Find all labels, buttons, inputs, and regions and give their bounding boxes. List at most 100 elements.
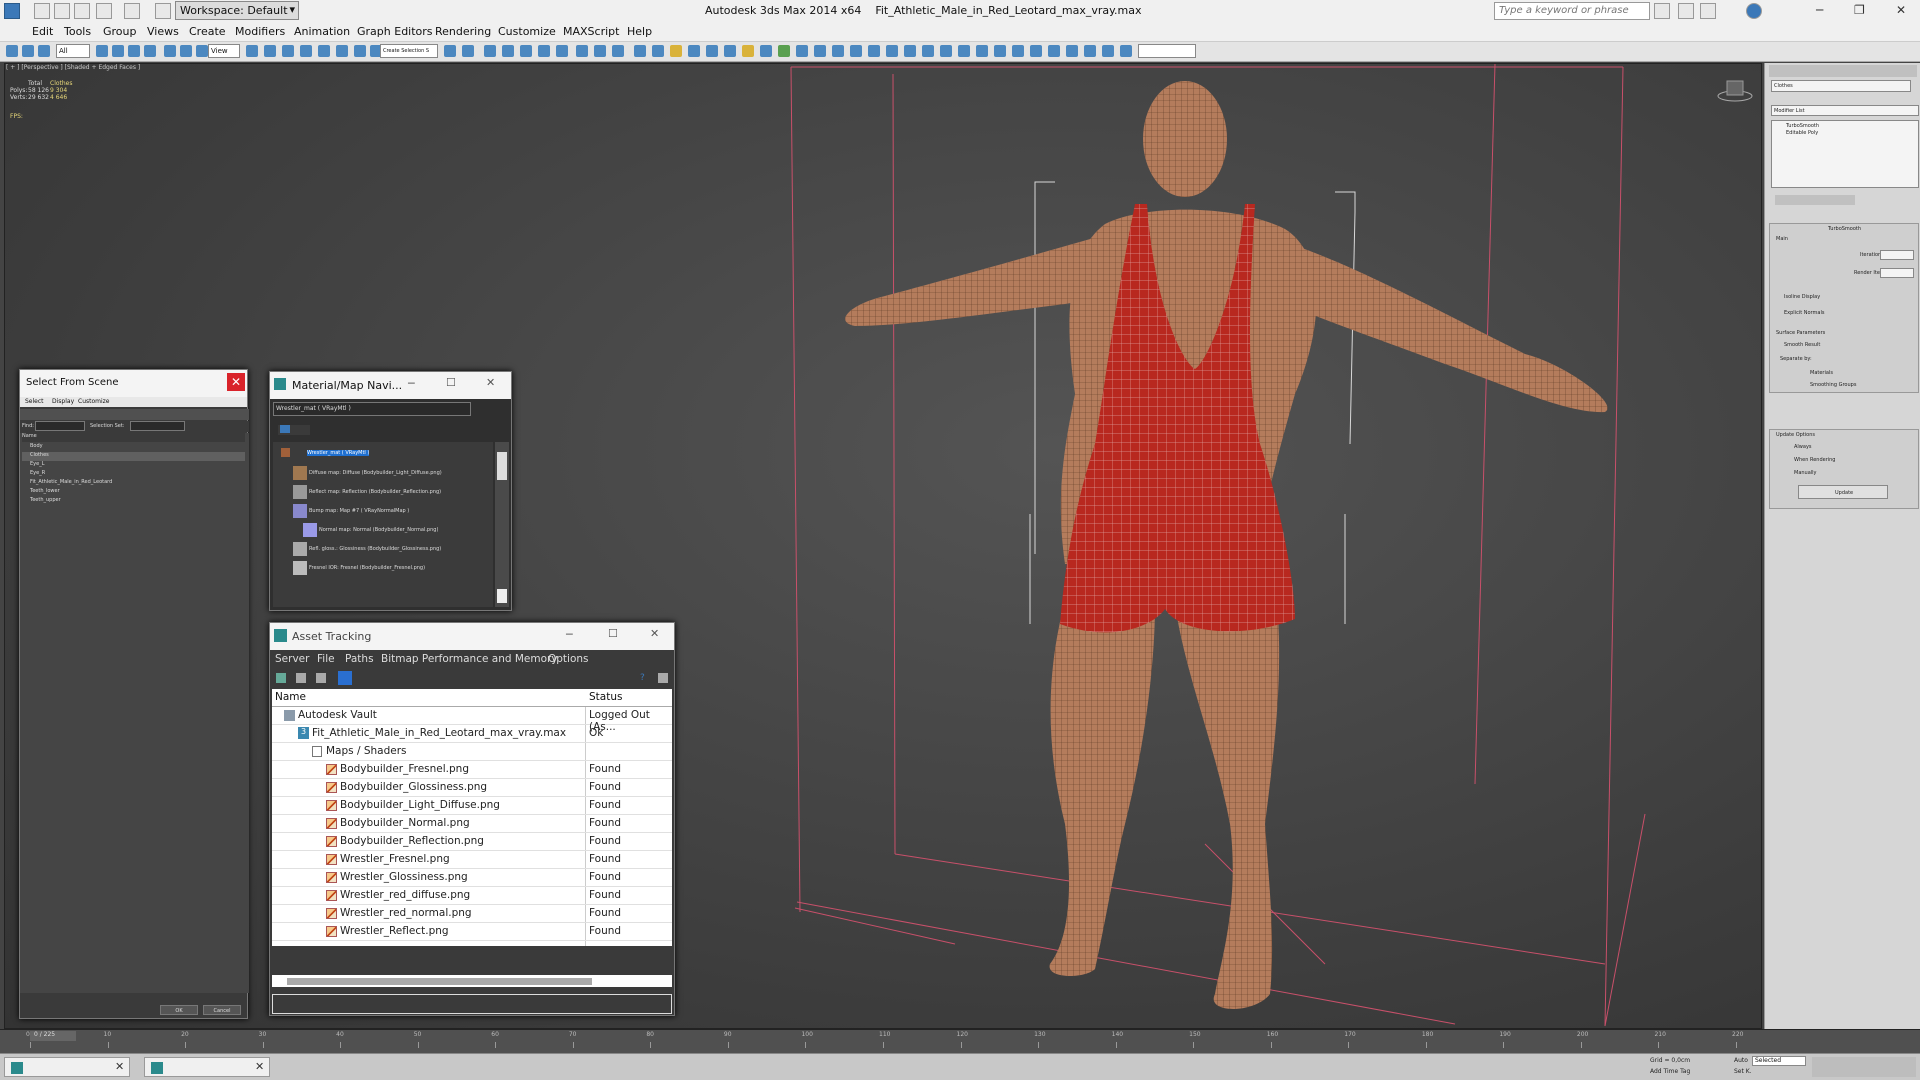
close-icon[interactable]: ✕ <box>1896 3 1906 17</box>
app-menu-icon[interactable] <box>4 3 20 19</box>
tree-item[interactable]: Reflect map: Reflection (Bodybuilder_Ref… <box>293 485 493 499</box>
menu-edit[interactable]: Edit <box>32 25 53 38</box>
close-icon[interactable]: ✕ <box>255 1060 264 1073</box>
perspective-viewport[interactable] <box>4 63 1762 1029</box>
menu-paths[interactable]: Paths <box>345 653 374 665</box>
update-button[interactable]: Update <box>1798 485 1888 499</box>
tree-item[interactable]: Fresnel IOR: Fresnel (Bodybuilder_Fresne… <box>293 561 493 575</box>
auto-key-label[interactable]: Auto <box>1734 1057 1748 1064</box>
playback-controls[interactable] <box>1812 1057 1916 1077</box>
table-row[interactable]: Wrestler_red_diffuse.png Found <box>272 887 672 905</box>
bind-space-warp-icon[interactable] <box>38 45 50 57</box>
minimize-icon[interactable]: ─ <box>408 377 415 390</box>
list-item[interactable]: Teeth_lower <box>22 488 245 497</box>
always-radio[interactable]: Always <box>1794 444 1812 450</box>
table-header[interactable]: Name Status <box>272 689 672 707</box>
menu-display[interactable]: Display <box>52 398 74 405</box>
list-item[interactable]: Teeth_upper <box>22 497 245 506</box>
table-view-icon[interactable] <box>338 671 352 685</box>
project-folder-icon[interactable] <box>155 3 171 19</box>
modifier-stack[interactable]: TurboSmooth Editable Poly <box>1771 120 1919 188</box>
render-setup-icon[interactable] <box>576 45 588 57</box>
vray-light-icon[interactable] <box>652 45 664 57</box>
cancel-button[interactable]: Cancel <box>203 1005 241 1015</box>
mirror-icon[interactable] <box>444 45 456 57</box>
taskbar-thumb-2[interactable]: ✕ <box>144 1057 270 1077</box>
vray-toolbar-icon-h[interactable] <box>940 45 952 57</box>
server-icon[interactable] <box>276 673 286 683</box>
vray-proxy-icon[interactable] <box>724 45 736 57</box>
close-icon[interactable]: ✕ <box>115 1060 124 1073</box>
iterations-spinner[interactable] <box>1880 250 1914 260</box>
when-rendering-radio[interactable]: When Rendering <box>1794 457 1835 463</box>
unlink-icon[interactable] <box>22 45 34 57</box>
undo-icon[interactable] <box>96 3 112 19</box>
close-button[interactable]: ✕ <box>227 373 245 391</box>
menu-create[interactable]: Create <box>189 25 226 38</box>
communication-center-icon[interactable] <box>1678 3 1694 19</box>
command-panel-tabs[interactable] <box>1769 65 1917 77</box>
link-icon[interactable] <box>6 45 18 57</box>
menu-help[interactable]: Help <box>627 25 652 38</box>
tree-item[interactable]: Bump map: Map #7 ( VRayNormalMap ) <box>293 504 493 518</box>
filter-toolbar[interactable] <box>20 409 249 420</box>
menu-tools[interactable]: Tools <box>64 25 91 38</box>
vray-toolbar-icon-i[interactable] <box>958 45 970 57</box>
modifier-list-dropdown[interactable]: Modifier List <box>1771 105 1919 116</box>
select-and-manipulate-icon[interactable] <box>264 45 276 57</box>
list-header[interactable]: Name <box>22 433 245 442</box>
keyboard-shortcut-icon[interactable] <box>282 45 294 57</box>
vray-frame-buffer-icon[interactable] <box>634 45 646 57</box>
viewport-label[interactable]: [ + ] [Perspective ] [Shaded + Edged Fac… <box>6 64 140 71</box>
dialog-title-bar[interactable]: Asset Tracking ─ ☐ ✕ <box>270 623 674 650</box>
pin-icon[interactable] <box>658 673 668 683</box>
help-icon[interactable] <box>1746 3 1762 19</box>
named-selection-set-dropdown[interactable]: Create Selection S <box>380 44 438 58</box>
layer-manager-icon[interactable] <box>484 45 496 57</box>
snaps-toggle-icon[interactable] <box>300 45 312 57</box>
table-row[interactable]: Bodybuilder_Glossiness.png Found <box>272 779 672 797</box>
open-file-icon[interactable] <box>54 3 70 19</box>
materials-checkbox[interactable]: Materials <box>1810 370 1833 376</box>
vray-toolbar-icon-f[interactable] <box>904 45 916 57</box>
time-slider[interactable]: 0 / 225 <box>30 1031 76 1041</box>
checkout-icon[interactable] <box>296 673 306 683</box>
vray-toolbar-icon-e[interactable] <box>886 45 898 57</box>
table-row[interactable]: Wrestler_Glossiness.png Found <box>272 869 672 887</box>
vray-toolbar-icon-m[interactable] <box>1030 45 1042 57</box>
vray-toolbar-icon-r[interactable] <box>1120 45 1132 57</box>
menu-options[interactable]: Options <box>548 653 589 665</box>
move-icon[interactable] <box>164 45 176 57</box>
history-icon[interactable] <box>316 673 326 683</box>
list-item[interactable]: Body <box>22 443 245 452</box>
smoothing-groups-checkbox[interactable]: Smoothing Groups <box>1810 382 1856 388</box>
vray-toolbar-icon-c[interactable] <box>850 45 862 57</box>
list-item[interactable]: Fit_Athletic_Male_in_Red_Leotard <box>22 479 245 488</box>
select-by-name-icon[interactable] <box>112 45 124 57</box>
percent-snap-icon[interactable] <box>336 45 348 57</box>
menu-animation[interactable]: Animation <box>294 25 350 38</box>
vray-sun-icon[interactable] <box>670 45 682 57</box>
vray-ies-icon[interactable] <box>706 45 718 57</box>
vray-dome-icon[interactable] <box>688 45 700 57</box>
table-row[interactable]: Bodybuilder_Fresnel.png Found <box>272 761 672 779</box>
add-time-tag[interactable]: Add Time Tag <box>1650 1068 1690 1075</box>
select-object-icon[interactable] <box>96 45 108 57</box>
pivot-center-icon[interactable] <box>246 45 258 57</box>
align-icon[interactable] <box>462 45 474 57</box>
rectangular-selection-icon[interactable] <box>128 45 140 57</box>
selection-set-dropdown[interactable] <box>130 421 185 431</box>
isoline-checkbox[interactable]: Isoline Display <box>1784 294 1820 300</box>
graphite-tools-icon[interactable] <box>502 45 514 57</box>
tree-item-root[interactable]: Wrestler_mat ( VRayMtl ) <box>279 448 389 458</box>
menu-graph-editors[interactable]: Graph Editors <box>357 25 433 38</box>
rendered-frame-window-icon[interactable] <box>594 45 606 57</box>
dialog-title-bar[interactable]: Select From Scene ✕ <box>20 370 247 397</box>
scrollbar-track[interactable] <box>495 442 509 607</box>
path-field[interactable] <box>272 994 672 1014</box>
render-iters-spinner[interactable] <box>1880 268 1914 278</box>
object-name-field[interactable]: Clothes <box>1771 80 1911 92</box>
explicit-normals-checkbox[interactable]: Explicit Normals <box>1784 310 1824 316</box>
spinner-snap-icon[interactable] <box>354 45 366 57</box>
vray-toolbar-icon-l[interactable] <box>1012 45 1024 57</box>
